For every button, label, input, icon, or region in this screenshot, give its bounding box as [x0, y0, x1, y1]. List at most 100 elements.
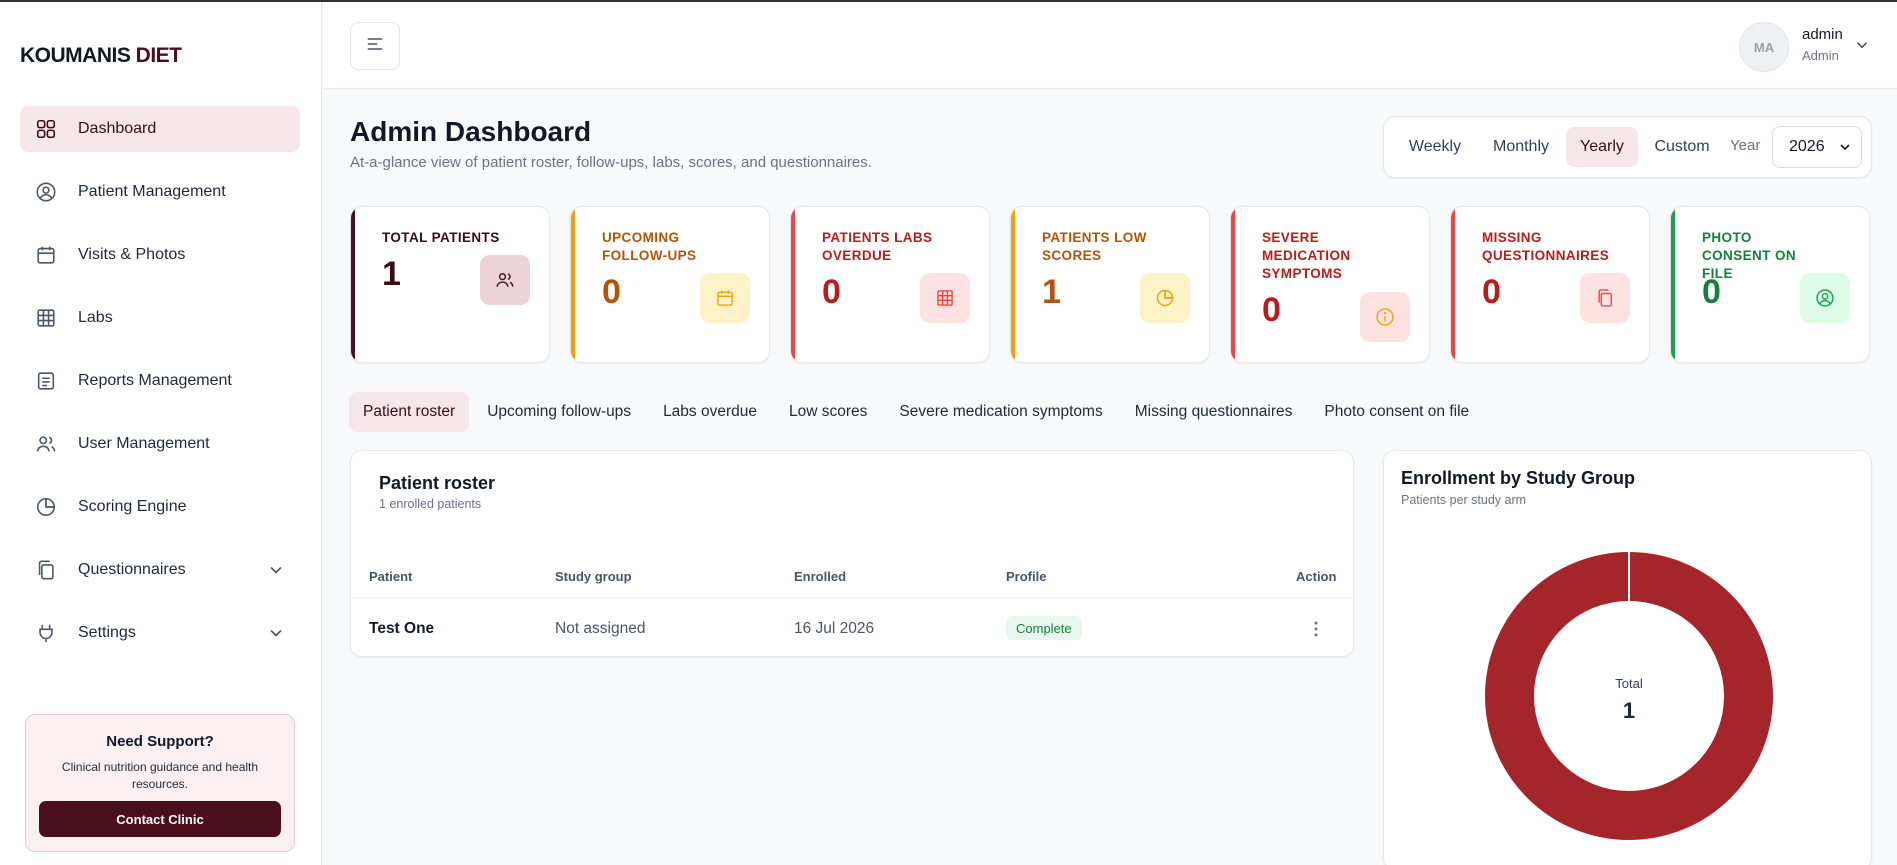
year-select[interactable]: 2026: [1772, 126, 1862, 168]
stat-label: TOTAL PATIENTS: [382, 230, 500, 245]
donut-center-label: Total: [1615, 676, 1643, 691]
roster-subtitle: 1 enrolled patients: [379, 497, 482, 511]
sidebar-nav: Dashboard Patient Management Visits & Ph…: [20, 106, 300, 673]
top-header: MA admin Admin: [323, 2, 1897, 89]
page-title: Admin Dashboard: [350, 116, 592, 147]
column-header-profile[interactable]: Profile: [1006, 569, 1046, 584]
card-accent-bar: [1011, 207, 1015, 362]
column-header-enrolled[interactable]: Enrolled: [794, 569, 846, 584]
avatar[interactable]: MA: [1739, 22, 1789, 72]
plug-icon: [34, 621, 58, 645]
tab-severe-medication-symptoms[interactable]: Severe medication symptoms: [885, 392, 1116, 432]
page-subtitle: At-a-glance view of patient roster, foll…: [350, 154, 872, 171]
status-badge: Complete: [1006, 616, 1082, 640]
stat-label: SEVERE MEDICATION SYMPTOMS: [1262, 230, 1351, 281]
period-weekly-button[interactable]: Weekly: [1394, 127, 1476, 167]
contact-clinic-button[interactable]: Contact Clinic: [39, 801, 281, 837]
sidebar-item-dashboard[interactable]: Dashboard: [20, 106, 300, 152]
sidebar-item-label: Scoring Engine: [78, 498, 187, 515]
stat-value: 1: [382, 255, 401, 293]
support-card: Need Support? Clinical nutrition guidanc…: [25, 714, 295, 852]
card-accent-bar: [351, 207, 355, 362]
stat-card-patients-labs-overdue[interactable]: PATIENTS LABS OVERDUE 0: [790, 206, 990, 363]
more-vertical-icon[interactable]: [1306, 619, 1326, 639]
period-yearly-button[interactable]: Yearly: [1566, 127, 1638, 167]
stat-card-photo-consent-on-file[interactable]: PHOTO CONSENT ON FILE 0: [1670, 206, 1870, 363]
sidebar: KOUMANIS DIET Dashboard Patient Manageme…: [0, 2, 322, 865]
year-label: Year: [1730, 137, 1761, 154]
sidebar-item-reports-management[interactable]: Reports Management: [20, 358, 300, 404]
patient-roster-panel: Patient roster 1 enrolled patients Patie…: [350, 450, 1354, 657]
sidebar-item-label: Questionnaires: [78, 561, 186, 578]
donut-center-value: 1: [1623, 698, 1635, 723]
dashboard-tabs: Patient roster Upcoming follow-ups Labs …: [349, 392, 1487, 432]
user-circle-icon: [1800, 273, 1850, 323]
card-accent-bar: [1451, 207, 1455, 362]
stat-value: 1: [1042, 273, 1061, 311]
stat-value: 0: [1262, 291, 1281, 329]
user-name[interactable]: admin: [1802, 26, 1843, 43]
user-circle-icon: [34, 180, 58, 204]
period-custom-button[interactable]: Custom: [1642, 127, 1722, 167]
info-icon: [1360, 292, 1410, 342]
sidebar-item-visits-photos[interactable]: Visits & Photos: [20, 232, 300, 278]
sidebar-item-label: Labs: [78, 309, 113, 326]
sidebar-item-labs[interactable]: Labs: [20, 295, 300, 341]
stat-card-severe-medication-symptoms[interactable]: SEVERE MEDICATION SYMPTOMS 0: [1230, 206, 1430, 363]
sidebar-item-questionnaires[interactable]: Questionnaires: [20, 547, 300, 593]
cell-study-group: Not assigned: [555, 620, 646, 637]
chevron-down-icon[interactable]: [266, 623, 286, 643]
stat-card-total-patients[interactable]: TOTAL PATIENTS 1: [350, 206, 550, 363]
stat-value: 0: [1702, 273, 1721, 311]
stat-card-missing-questionnaires[interactable]: MISSING QUESTIONNAIRES 0: [1450, 206, 1650, 363]
brand-accent-text: DIET: [135, 44, 182, 67]
stat-label: MISSING QUESTIONNAIRES: [1482, 230, 1610, 263]
period-monthly-button[interactable]: Monthly: [1478, 127, 1564, 167]
sidebar-item-label: Settings: [78, 624, 136, 641]
report-icon: [34, 369, 58, 393]
sidebar-item-label: Patient Management: [78, 183, 226, 200]
support-title: Need Support?: [106, 733, 214, 750]
cell-patient[interactable]: Test One: [369, 620, 434, 638]
users-icon: [34, 432, 58, 456]
chevron-down-icon[interactable]: [266, 560, 286, 580]
sidebar-item-user-management[interactable]: User Management: [20, 421, 300, 467]
brand-text: KOUMANIS: [20, 44, 136, 67]
tab-low-scores[interactable]: Low scores: [775, 392, 881, 432]
column-header-patient[interactable]: Patient: [369, 569, 412, 584]
donut-chart: Total 1: [1485, 551, 1773, 840]
sidebar-item-patient-management[interactable]: Patient Management: [20, 169, 300, 215]
tab-patient-roster[interactable]: Patient roster: [349, 392, 470, 432]
period-filter: Weekly Monthly Yearly Custom Year 2026: [1383, 116, 1872, 178]
cell-enrolled: 16 Jul 2026: [794, 620, 875, 637]
stat-label: PATIENTS LOW SCORES: [1042, 230, 1147, 263]
stat-card-patients-low-scores[interactable]: PATIENTS LOW SCORES 1: [1010, 206, 1210, 363]
tab-photo-consent-on-file[interactable]: Photo consent on file: [1310, 392, 1483, 432]
dashboard-grid-icon: [34, 117, 58, 141]
users-icon: [480, 255, 530, 305]
brand-logo[interactable]: KOUMANIS DIET: [20, 44, 182, 68]
sidebar-item-label: Reports Management: [78, 372, 232, 389]
column-header-study-group[interactable]: Study group: [555, 569, 632, 584]
copy-icon: [1580, 273, 1630, 323]
chevron-down-icon[interactable]: [1853, 36, 1871, 54]
pie-chart-icon: [1140, 273, 1190, 323]
card-accent-bar: [571, 207, 575, 362]
sidebar-item-settings[interactable]: Settings: [20, 610, 300, 656]
menu-toggle-button[interactable]: [350, 22, 400, 70]
sidebar-item-scoring-engine[interactable]: Scoring Engine: [20, 484, 300, 530]
menu-lines-icon: [365, 34, 385, 59]
tab-upcoming-follow-ups[interactable]: Upcoming follow-ups: [473, 392, 645, 432]
stat-value: 0: [1482, 273, 1501, 311]
calendar-icon: [700, 273, 750, 323]
table-icon: [920, 273, 970, 323]
donut-slice[interactable]: [1485, 552, 1773, 840]
tab-labs-overdue[interactable]: Labs overdue: [649, 392, 771, 432]
tab-missing-questionnaires[interactable]: Missing questionnaires: [1121, 392, 1307, 432]
column-header-action: Action: [1296, 569, 1337, 584]
card-accent-bar: [1671, 207, 1675, 362]
stat-card-upcoming-follow-ups[interactable]: UPCOMING FOLLOW-UPS 0: [570, 206, 770, 363]
stat-value: 0: [822, 273, 841, 311]
roster-title: Patient roster: [379, 473, 496, 493]
card-accent-bar: [791, 207, 795, 362]
